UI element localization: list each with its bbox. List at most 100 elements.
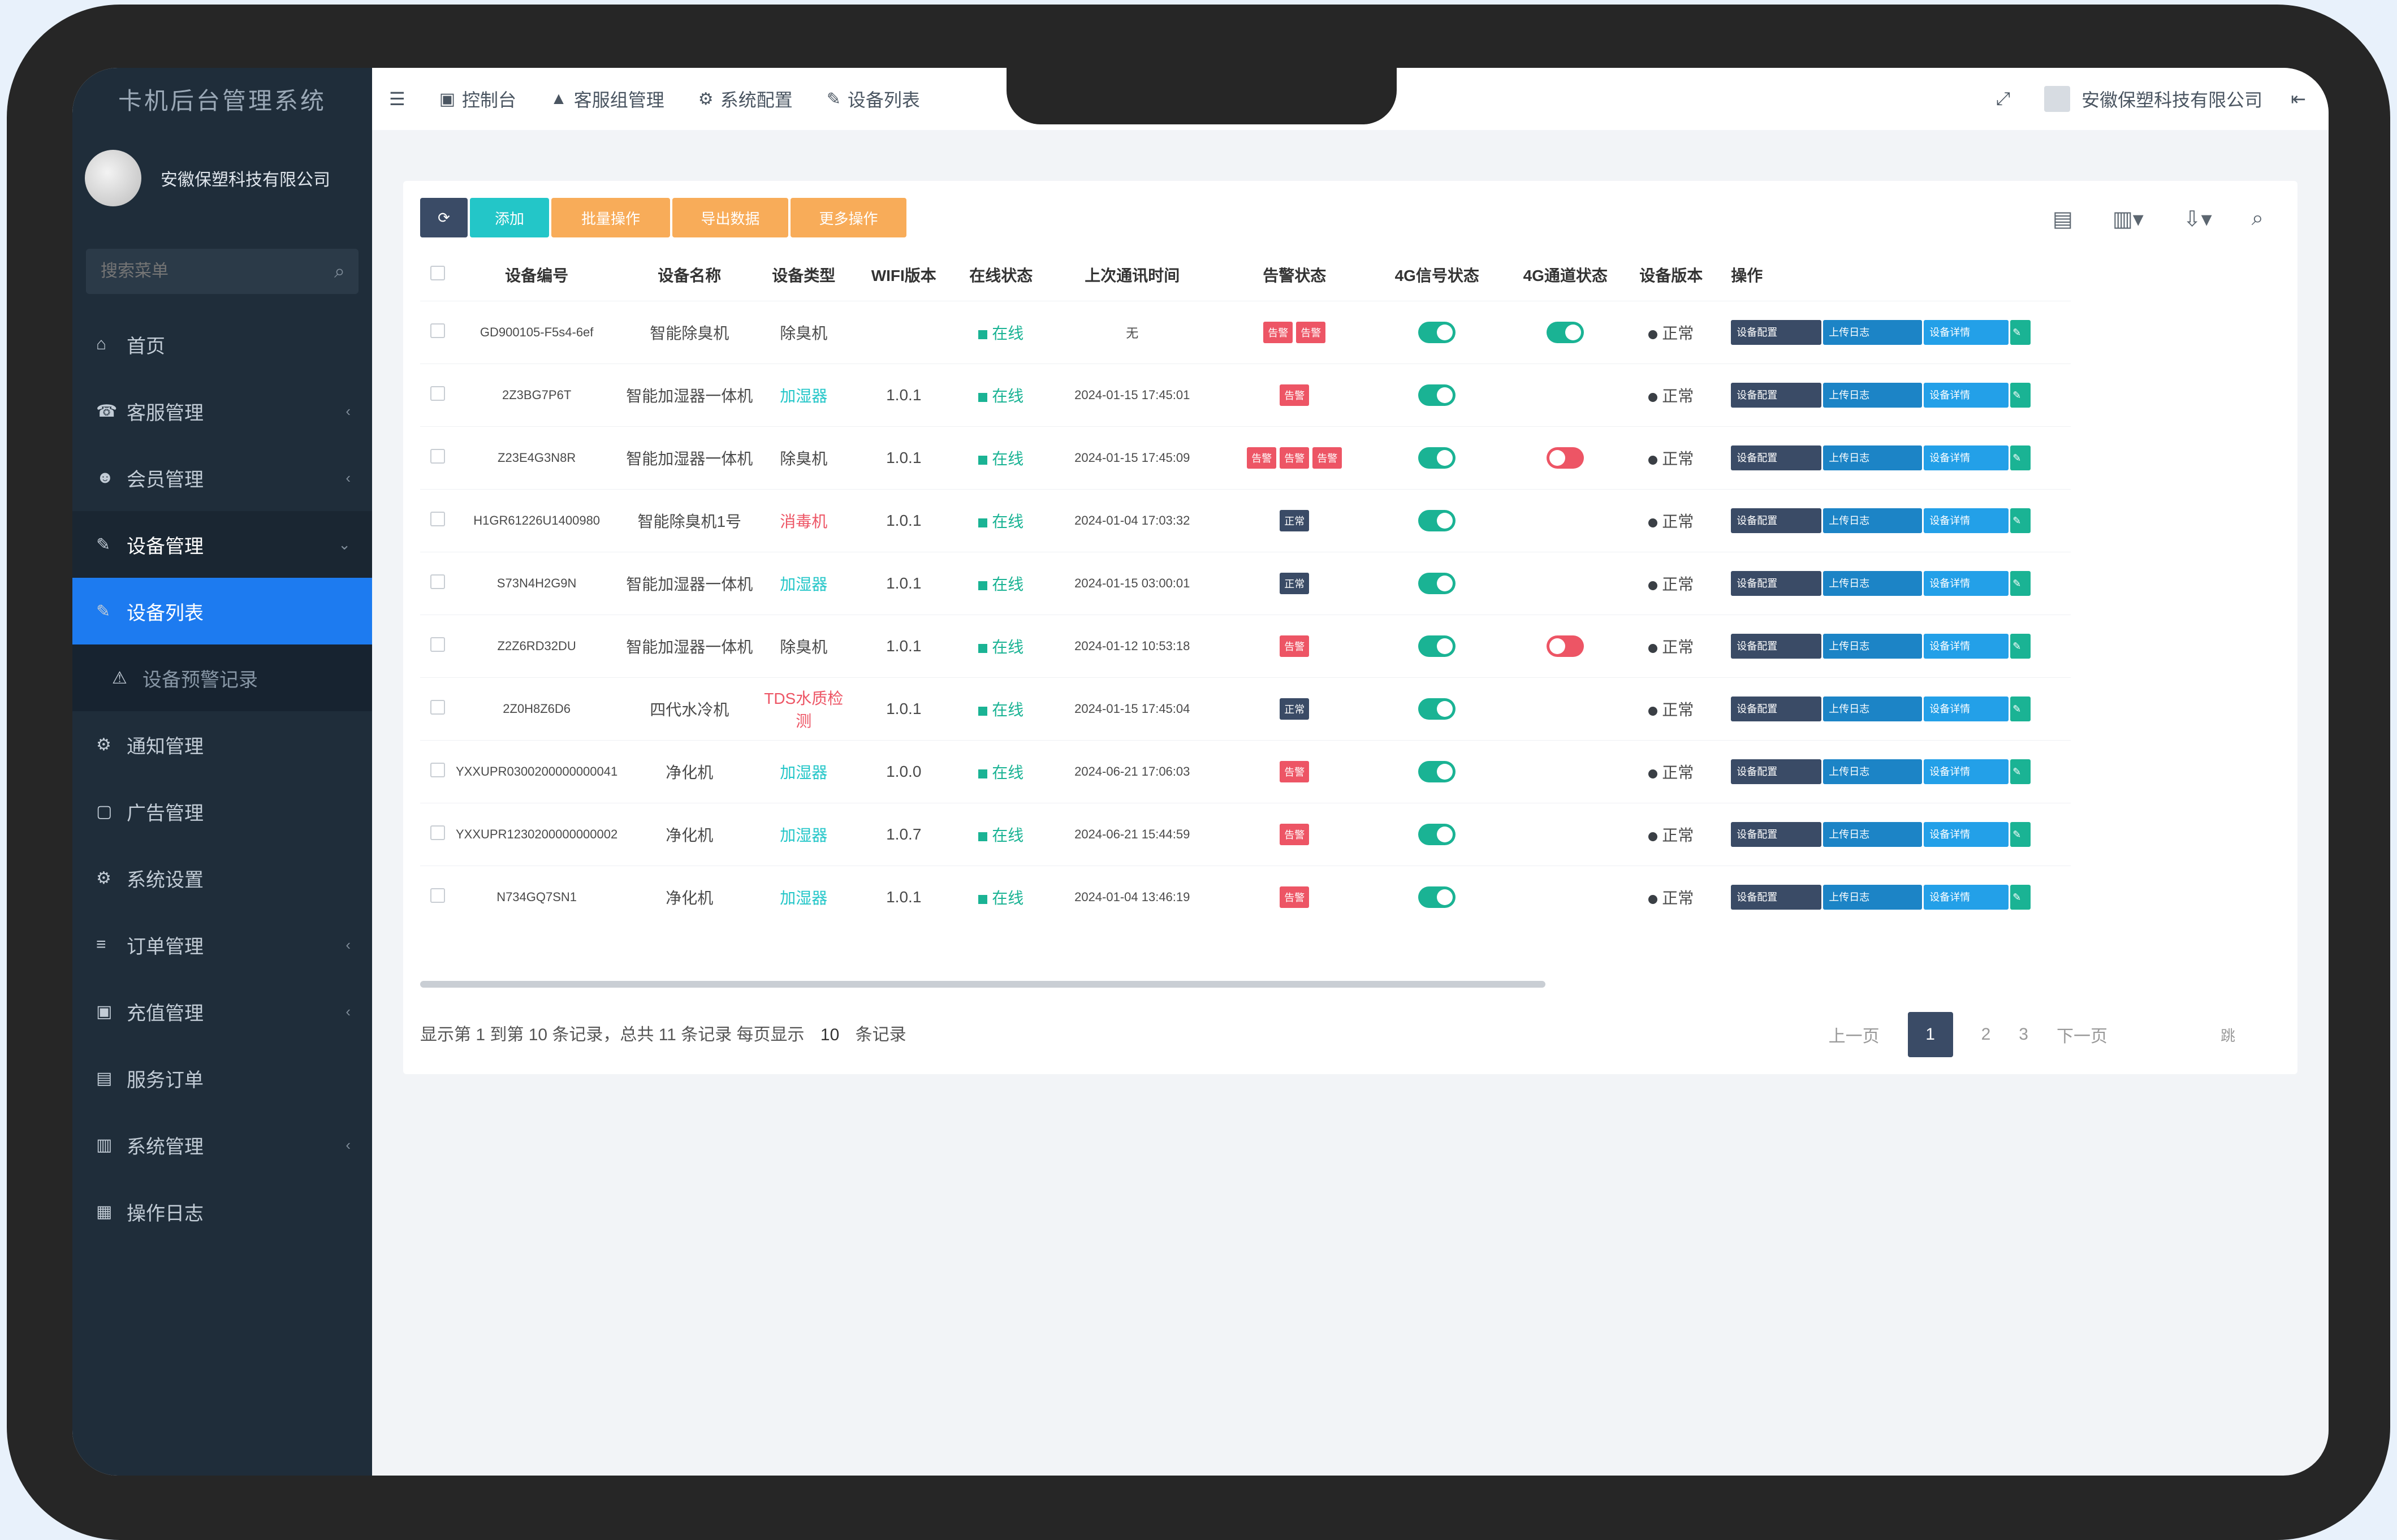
sidebar-item-7[interactable]: ▢ 广告管理 (72, 778, 372, 845)
sidebar-item-12[interactable]: ▥ 系统管理 ‹ (72, 1111, 372, 1178)
sidebar-item-9[interactable]: ≡ 订单管理 ‹ (72, 911, 372, 978)
sidebar-item-0[interactable]: ⌂ 首页 (72, 311, 372, 378)
signal-toggle[interactable] (1418, 635, 1456, 657)
signal-toggle[interactable] (1418, 761, 1456, 782)
row-checkbox[interactable] (430, 386, 445, 401)
sidebar-item-10[interactable]: ▣ 充值管理 ‹ (72, 978, 372, 1045)
device-config-button[interactable]: 设备配置 (1731, 571, 1822, 596)
export-icon[interactable]: ⇩▾ (2183, 206, 2212, 232)
col-online-status[interactable]: 在线状态 (961, 249, 1041, 301)
per-page-select[interactable]: 10 (820, 1026, 839, 1044)
row-checkbox[interactable] (430, 699, 445, 715)
row-checkbox[interactable] (430, 574, 445, 589)
device-detail-button[interactable]: 设备详情 (1924, 697, 2009, 721)
sidebar-item-1[interactable]: ☎ 客服管理 ‹ (72, 378, 372, 444)
sidebar-item-4[interactable]: ✎ 设备列表 (72, 578, 372, 644)
device-detail-button[interactable]: 设备详情 (1924, 383, 2009, 408)
device-detail-button[interactable]: 设备详情 (1924, 885, 2009, 910)
search-icon[interactable]: ⌕ (334, 261, 345, 283)
top-tab-1[interactable]: ▲ 客服组管理 (550, 86, 664, 112)
col-device-name[interactable]: 设备名称 (618, 249, 761, 301)
sidebar-item-6[interactable]: ⚙ 通知管理 (72, 711, 372, 778)
collapse-icon[interactable]: ⇤ (2291, 88, 2306, 110)
upload-log-button[interactable]: 上传日志 (1823, 571, 1923, 596)
page-1-button[interactable]: 1 (1907, 1012, 1953, 1057)
device-config-button[interactable]: 设备配置 (1731, 383, 1822, 408)
edit-icon[interactable]: ✎ (2010, 822, 2031, 847)
row-checkbox[interactable] (430, 448, 445, 464)
edit-icon[interactable]: ✎ (2010, 697, 2031, 721)
horizontal-scrollbar[interactable] (420, 981, 1545, 988)
upload-log-button[interactable]: 上传日志 (1823, 822, 1923, 847)
row-checkbox[interactable] (430, 825, 445, 840)
menu-toggle-icon[interactable]: ☰ (389, 88, 405, 110)
upload-log-button[interactable]: 上传日志 (1823, 445, 1923, 470)
signal-toggle[interactable] (1418, 698, 1456, 720)
col-4g-channel[interactable]: 4G通道状态 (1508, 249, 1622, 301)
next-page-button[interactable]: 下一页 (2057, 1022, 2107, 1047)
upload-log-button[interactable]: 上传日志 (1823, 383, 1923, 408)
sidebar-item-13[interactable]: ▦ 操作日志 (72, 1178, 372, 1245)
signal-toggle[interactable] (1418, 824, 1456, 845)
sidebar-item-11[interactable]: ▤ 服务订单 (72, 1045, 372, 1111)
sidebar-item-3[interactable]: ✎ 设备管理 ⌄ (72, 511, 372, 578)
col-alert-status[interactable]: 告警状态 (1223, 249, 1366, 301)
edit-icon[interactable]: ✎ (2010, 885, 2031, 910)
row-checkbox[interactable] (430, 323, 445, 338)
signal-toggle[interactable] (1418, 886, 1456, 908)
edit-icon[interactable]: ✎ (2010, 383, 2031, 408)
signal-toggle[interactable] (1418, 447, 1456, 469)
device-detail-button[interactable]: 设备详情 (1924, 822, 2009, 847)
device-config-button[interactable]: 设备配置 (1731, 759, 1822, 784)
upload-log-button[interactable]: 上传日志 (1823, 697, 1923, 721)
channel-toggle[interactable] (1547, 447, 1584, 469)
print-icon[interactable]: ▤ (2053, 206, 2073, 232)
upload-log-button[interactable]: 上传日志 (1823, 885, 1923, 910)
device-detail-button[interactable]: 设备详情 (1924, 759, 2009, 784)
page-2-button[interactable]: 2 (1981, 1025, 1991, 1044)
sidebar-item-2[interactable]: ☻ 会员管理 ‹ (72, 444, 372, 511)
more-button[interactable]: 更多操作 (791, 198, 906, 237)
select-all-header[interactable] (420, 249, 455, 301)
device-detail-button[interactable]: 设备详情 (1924, 445, 2009, 470)
edit-icon[interactable]: ✎ (2010, 445, 2031, 470)
signal-toggle[interactable] (1418, 322, 1456, 343)
refresh-button[interactable]: ⟳ (420, 198, 468, 237)
batch-button[interactable]: 批量操作 (551, 198, 670, 237)
edit-icon[interactable]: ✎ (2010, 320, 2031, 345)
device-config-button[interactable]: 设备配置 (1731, 320, 1822, 345)
device-config-button[interactable]: 设备配置 (1731, 508, 1822, 533)
device-config-button[interactable]: 设备配置 (1731, 822, 1822, 847)
sidebar-item-5[interactable]: ⚠ 设备预警记录 (72, 644, 372, 711)
device-detail-button[interactable]: 设备详情 (1924, 634, 2009, 659)
device-detail-button[interactable]: 设备详情 (1924, 508, 2009, 533)
device-detail-button[interactable]: 设备详情 (1924, 571, 2009, 596)
avatar[interactable] (85, 150, 141, 206)
device-config-button[interactable]: 设备配置 (1731, 885, 1822, 910)
upload-log-button[interactable]: 上传日志 (1823, 320, 1923, 345)
columns-icon[interactable]: ▥▾ (2113, 206, 2144, 232)
col-last-comm[interactable]: 上次通讯时间 (1041, 249, 1223, 301)
top-tab-0[interactable]: ▣ 控制台 (439, 86, 516, 112)
top-tab-3[interactable]: ✎ 设备列表 (827, 86, 920, 112)
device-config-button[interactable]: 设备配置 (1731, 634, 1822, 659)
device-detail-button[interactable]: 设备详情 (1924, 320, 2009, 345)
fullscreen-icon[interactable]: ⤢ (1996, 88, 2011, 110)
export-button[interactable]: 导出数据 (672, 198, 788, 237)
col-wifi-version[interactable]: WIFI版本 (846, 249, 961, 301)
search-icon[interactable]: ⌕ (2252, 206, 2264, 232)
prev-page-button[interactable]: 上一页 (1829, 1022, 1880, 1047)
edit-icon[interactable]: ✎ (2010, 759, 2031, 784)
row-checkbox[interactable] (430, 511, 445, 526)
col-device-version[interactable]: 设备版本 (1622, 249, 1720, 301)
row-checkbox[interactable] (430, 888, 445, 903)
upload-log-button[interactable]: 上传日志 (1823, 634, 1923, 659)
select-all-checkbox[interactable] (430, 265, 445, 280)
top-tab-2[interactable]: ⚙ 系统配置 (698, 86, 793, 112)
device-config-button[interactable]: 设备配置 (1731, 445, 1822, 470)
col-device-type[interactable]: 设备类型 (761, 249, 846, 301)
upload-log-button[interactable]: 上传日志 (1823, 759, 1923, 784)
col-4g-signal[interactable]: 4G信号状态 (1366, 249, 1508, 301)
signal-toggle[interactable] (1418, 384, 1456, 406)
edit-icon[interactable]: ✎ (2010, 571, 2031, 596)
